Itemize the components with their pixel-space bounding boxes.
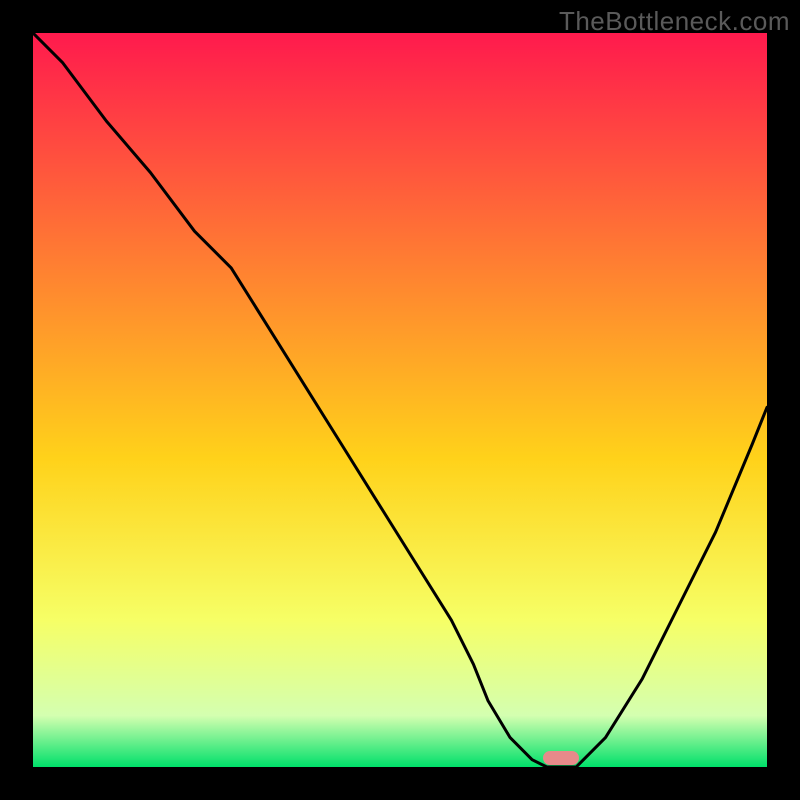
- chart-frame: TheBottleneck.com: [0, 0, 800, 800]
- chart-svg: [33, 33, 767, 767]
- gradient-background: [33, 33, 767, 767]
- optimal-marker: [543, 751, 579, 765]
- plot-area: [33, 33, 767, 767]
